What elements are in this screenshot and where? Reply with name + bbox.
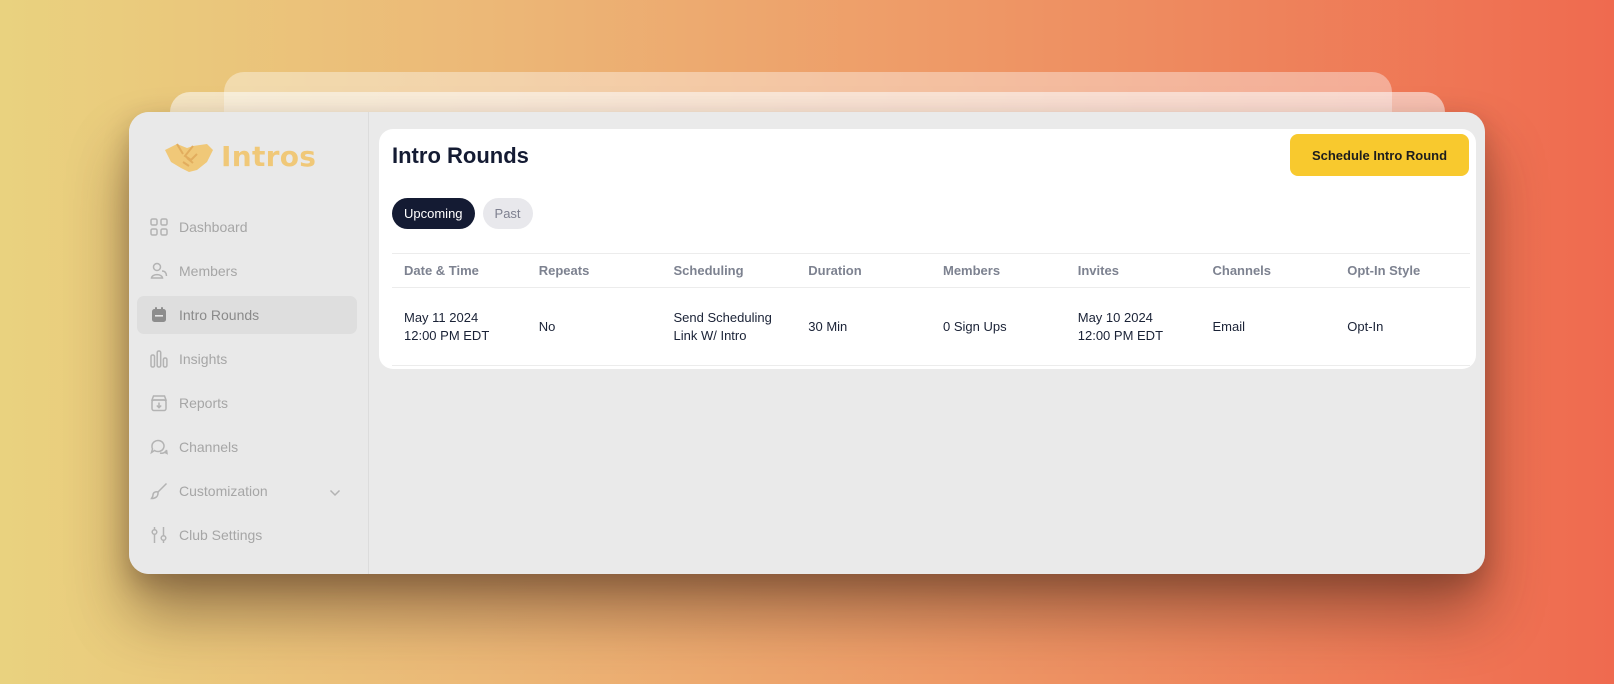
members-cell: 0 Sign Ups (943, 318, 1007, 334)
tab-past[interactable]: Past (482, 198, 533, 229)
logo[interactable]: Intros (163, 136, 316, 176)
duration-cell: 30 Min (808, 318, 848, 334)
column-header[interactable]: Opt-In Style (1335, 254, 1470, 288)
handshake-icon (165, 143, 213, 172)
opt-in-style-cell: Opt-In (1347, 318, 1384, 334)
column-header[interactable]: Repeats (527, 254, 662, 288)
grid-icon (149, 217, 169, 237)
sidebar-item-customization[interactable]: Customization (137, 472, 357, 510)
scheduling-text-line2: Link W/ Intro (673, 327, 747, 343)
sidebar: Intros Dashboard Members Intro Rounds In… (129, 112, 369, 574)
date-time-cell: May 11 2024 12:00 PM EDT (392, 288, 527, 366)
scheduling-text-line1: Send Scheduling (673, 309, 772, 325)
column-header[interactable]: Members (931, 254, 1066, 288)
sidebar-item-reports[interactable]: Reports (137, 384, 357, 422)
repeats-cell: No (538, 318, 556, 334)
sliders-icon (149, 525, 169, 545)
logo-text: Intros (221, 139, 317, 173)
table-header-row: Date & Time Repeats Scheduling Duration … (392, 253, 1470, 288)
sidebar-item-label: Insights (179, 351, 228, 367)
intro-rounds-table: Date & Time Repeats Scheduling Duration … (392, 253, 1470, 366)
column-header[interactable]: Channels (1201, 254, 1336, 288)
tab-bar: Upcoming Past (392, 198, 533, 229)
chat-bubbles-icon (149, 437, 169, 457)
calendar-icon (149, 305, 169, 325)
sidebar-item-club-settings[interactable]: Club Settings (137, 516, 357, 554)
sidebar-item-channels[interactable]: Channels (137, 428, 357, 466)
sidebar-item-insights[interactable]: Insights (137, 340, 357, 378)
table-row[interactable]: May 11 2024 12:00 PM EDT No Send Schedul… (392, 288, 1470, 366)
sidebar-item-dashboard[interactable]: Dashboard (137, 208, 357, 246)
brush-icon (149, 481, 169, 501)
main-panel: Intro Rounds Schedule Intro Round Upcomi… (379, 129, 1476, 369)
scheduling-cell: Send Scheduling Link W/ Intro (662, 288, 797, 366)
download-box-icon (149, 393, 169, 413)
column-header[interactable]: Invites (1066, 254, 1201, 288)
bar-chart-icon (149, 349, 169, 369)
column-header[interactable]: Duration (796, 254, 931, 288)
app-window: Intros Dashboard Members Intro Rounds In… (129, 112, 1485, 574)
schedule-intro-round-button[interactable]: Schedule Intro Round (1290, 134, 1469, 176)
sidebar-item-label: Reports (179, 395, 229, 411)
invite-date-text: May 10 2024 (1077, 309, 1153, 325)
sidebar-nav: Dashboard Members Intro Rounds Insights (137, 208, 357, 560)
column-header[interactable]: Date & Time (392, 254, 527, 288)
chevron-down-icon[interactable] (329, 484, 341, 502)
date-text: May 11 2024 (404, 309, 479, 325)
sidebar-item-label: Members (179, 263, 238, 279)
members-icon (149, 261, 169, 281)
sidebar-item-label: Customization (179, 483, 268, 499)
invites-cell: May 10 2024 12:00 PM EDT (1066, 288, 1201, 366)
column-header[interactable]: Scheduling (662, 254, 797, 288)
page-title: Intro Rounds (392, 143, 529, 168)
sidebar-item-label: Dashboard (179, 219, 248, 235)
sidebar-item-members[interactable]: Members (137, 252, 357, 290)
sidebar-item-label: Club Settings (179, 527, 263, 543)
tab-upcoming[interactable]: Upcoming (392, 198, 475, 229)
sidebar-item-label: Intro Rounds (179, 307, 260, 323)
time-text: 12:00 PM EDT (404, 327, 490, 343)
channels-cell: Email (1212, 318, 1246, 334)
invite-time-text: 12:00 PM EDT (1077, 327, 1164, 343)
sidebar-item-label: Channels (179, 439, 239, 455)
sidebar-item-intro-rounds[interactable]: Intro Rounds (137, 296, 357, 334)
